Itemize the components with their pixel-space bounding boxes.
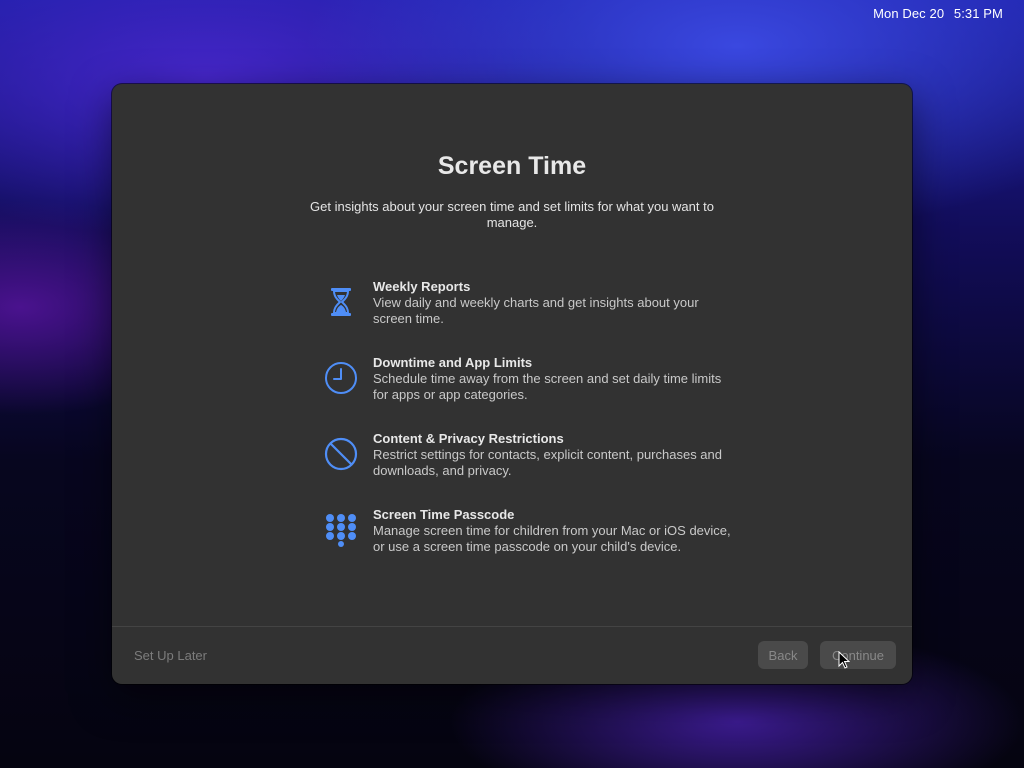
clock-icon xyxy=(322,359,360,397)
keypad-icon xyxy=(322,511,360,549)
feature-description: Schedule time away from the screen and s… xyxy=(373,371,722,402)
feature-description: View daily and weekly charts and get ins… xyxy=(373,295,699,326)
feature-title: Screen Time Passcode xyxy=(373,507,515,522)
feature-title: Weekly Reports xyxy=(373,279,471,294)
screen-time-dialog: Screen Time Get insights about your scre… xyxy=(112,84,912,684)
continue-button[interactable]: Continue xyxy=(820,641,896,669)
mouse-pointer-icon xyxy=(838,651,850,669)
set-up-later-button[interactable]: Set Up Later xyxy=(134,648,207,663)
menu-bar-date: Mon Dec 20 xyxy=(873,6,945,21)
dialog-footer: Set Up Later Back Continue xyxy=(112,626,912,684)
feature-description: Manage screen time for children from you… xyxy=(373,523,731,554)
menu-bar-clock[interactable]: Mon Dec 20 5:31 PM xyxy=(867,6,1003,21)
feature-description: Restrict settings for contacts, explicit… xyxy=(373,447,723,478)
feature-title: Downtime and App Limits xyxy=(373,355,533,370)
back-button[interactable]: Back xyxy=(758,641,808,669)
page-title: Screen Time xyxy=(437,152,587,180)
menu-bar-time: 5:31 PM xyxy=(953,6,1003,21)
feature-title: Content & Privacy Restrictions xyxy=(373,431,564,446)
restriction-icon xyxy=(322,435,360,473)
page-subtitle: Get insights about your screen time and … xyxy=(310,199,714,230)
hourglass-icon xyxy=(322,283,360,321)
